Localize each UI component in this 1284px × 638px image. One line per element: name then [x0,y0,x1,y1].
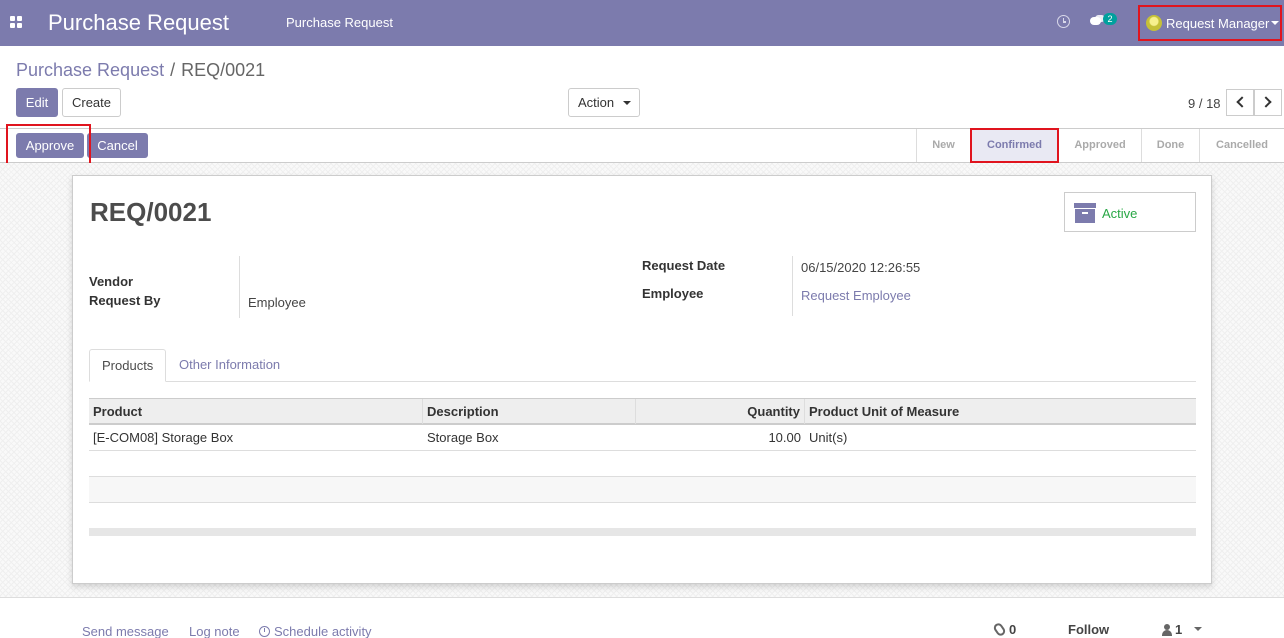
column-header-description[interactable]: Description [423,399,636,424]
tab-products[interactable]: Products [89,349,167,382]
breadcrumb: Purchase Request / REQ/0021 [16,60,265,81]
attachments-count[interactable]: 0 [1009,622,1016,637]
user-menu[interactable]: Request Manager [1138,5,1282,41]
app-title: Purchase Request [48,10,229,35]
vendor-label: Vendor [89,274,134,289]
pager-value[interactable]: 9 / 18 [1188,96,1221,111]
chevron-left-icon [1236,96,1248,108]
request-by-value: Employee [248,295,306,310]
request-date-label: Request Date [642,258,726,273]
table-row-empty [89,451,1196,477]
approve-highlight-box [6,124,91,167]
stage-new[interactable]: New [916,129,970,162]
column-header-product[interactable]: Product [89,399,423,424]
chatter-divider [0,597,1284,598]
messages-count-badge: 2 [1103,13,1117,25]
chevron-right-icon [1260,96,1272,108]
form-tabs: Products Other Information [89,349,1196,382]
action-dropdown-button[interactable]: Action [568,88,640,117]
activity-clock-icon[interactable] [1057,15,1070,28]
field-divider [239,256,240,318]
table-row[interactable]: [E-COM08] Storage Box Storage Box 10.00 … [89,425,1196,451]
employee-label: Employee [642,286,704,301]
active-toggle-button[interactable]: Active [1064,192,1196,232]
pager-next-button[interactable] [1254,89,1282,116]
table-header: Product Description Quantity Product Uni… [89,398,1196,425]
request-by-label: Request By [89,293,161,308]
table-footer [89,528,1196,536]
cell-product: [E-COM08] Storage Box [93,430,234,445]
stage-highlight-box [970,128,1059,163]
archive-icon [1074,203,1096,223]
table-row-empty [89,503,1196,529]
employee-link[interactable]: Request Employee [801,288,911,303]
user-avatar [1146,15,1162,31]
follow-button[interactable]: Follow [1068,622,1109,637]
send-message-link[interactable]: Send message [82,624,169,638]
paperclip-icon[interactable] [992,621,1007,638]
edit-button[interactable]: Edit [16,88,58,117]
chevron-down-icon [623,101,631,105]
breadcrumb-parent-link[interactable]: Purchase Request [16,60,164,80]
column-header-uom[interactable]: Product Unit of Measure [805,399,1196,424]
create-button[interactable]: Create [62,88,121,117]
column-header-quantity[interactable]: Quantity [636,399,805,424]
breadcrumb-current: REQ/0021 [181,60,266,80]
apps-grid-icon[interactable] [10,16,22,28]
schedule-activity-link[interactable]: Schedule activity [274,624,372,638]
stage-done[interactable]: Done [1141,129,1199,162]
followers-count[interactable]: 1 [1175,622,1182,637]
log-note-link[interactable]: Log note [189,624,240,638]
request-date-value: 06/15/2020 12:26:55 [801,260,921,275]
cell-uom: Unit(s) [809,430,848,445]
chevron-down-icon [1271,21,1279,25]
tab-other-information[interactable]: Other Information [167,349,292,382]
clock-icon [259,626,270,637]
table-row-empty [89,477,1196,503]
chevron-down-icon[interactable] [1194,627,1202,631]
cell-description: Storage Box [427,430,499,445]
breadcrumb-separator: / [170,60,176,80]
menu-item-purchase-request[interactable]: Purchase Request [286,15,393,30]
cancel-button[interactable]: Cancel [87,133,148,158]
pager-previous-button[interactable] [1226,89,1254,116]
field-divider [792,256,793,316]
active-label: Active [1102,206,1138,221]
cell-quantity: 10.00 [768,430,801,445]
action-label: Action [578,95,615,110]
user-icon [1162,624,1172,636]
stage-cancelled[interactable]: Cancelled [1199,129,1284,162]
top-navbar: Purchase Request Purchase Request 2 Requ… [0,0,1284,46]
form-sheet: REQ/0021 Active Vendor Request By Employ… [72,175,1212,584]
stage-approved[interactable]: Approved [1058,129,1141,162]
user-name: Request Manager [1166,16,1270,31]
record-title: REQ/0021 [90,197,212,227]
